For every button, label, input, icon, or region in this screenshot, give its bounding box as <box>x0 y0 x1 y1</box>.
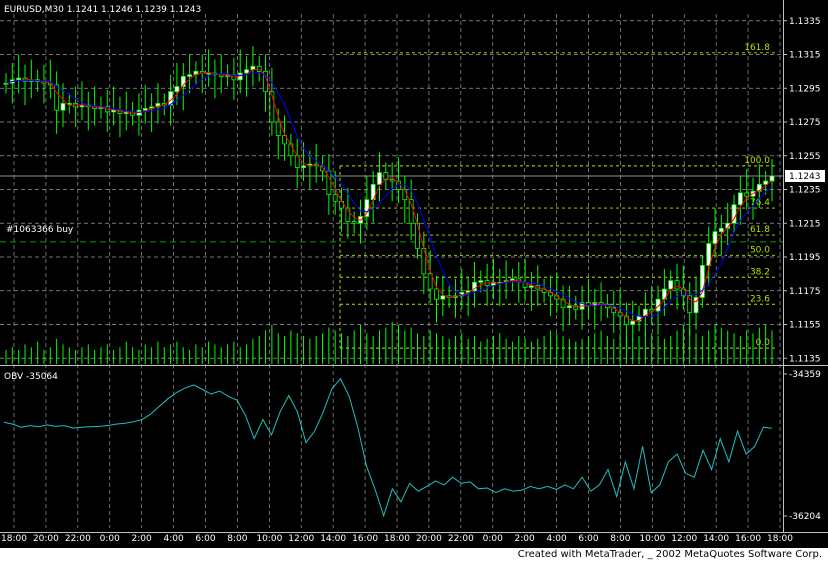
fib-level-label: 100.0 <box>744 156 770 166</box>
time-tick-label: 0:00 <box>100 534 120 544</box>
candle-body <box>339 200 344 209</box>
candle-body <box>478 280 484 283</box>
price-tick-label: 1.1335 <box>789 17 821 27</box>
candle-body <box>712 231 718 244</box>
fib-level-label: 38.2 <box>750 267 770 277</box>
candle-body <box>275 121 281 136</box>
candle-body <box>744 192 750 197</box>
price-tick-label: 1.1155 <box>789 321 821 331</box>
obv-label: OBV -35064 <box>4 372 58 382</box>
time-tick-label: 12:00 <box>671 534 697 544</box>
candle-body <box>668 280 674 290</box>
current-price-label: 1.1243 <box>789 172 821 182</box>
time-tick-label: 12:00 <box>288 534 314 544</box>
candle-body <box>440 295 446 300</box>
price-tick-label: 1.1135 <box>789 354 821 364</box>
time-tick-label: 6:00 <box>195 534 215 544</box>
price-tick-label: 1.1175 <box>789 287 821 297</box>
candle-body <box>630 320 636 325</box>
price-tick-label: 1.1195 <box>789 253 821 263</box>
candle-body <box>174 86 180 93</box>
metatrader-chart[interactable]: 161.8100.076.461.850.038.223.60.0 1.1335… <box>0 0 828 548</box>
time-tick-label: 4:00 <box>546 534 566 544</box>
candle-body <box>434 288 439 300</box>
time-tick-label: 10:00 <box>639 534 665 544</box>
candle-body <box>332 194 338 202</box>
fib-level-label: 0.0 <box>756 338 771 348</box>
candle-body <box>737 192 743 206</box>
price-tick-label: 1.1255 <box>789 152 821 162</box>
fib-level-label: 161.8 <box>744 43 770 53</box>
candle-body <box>142 108 148 111</box>
candle-body <box>415 222 420 249</box>
time-tick-label: 20:00 <box>416 534 442 544</box>
candle-body <box>16 77 22 81</box>
time-tick-label: 14:00 <box>320 534 346 544</box>
time-tick-label: 4:00 <box>163 534 183 544</box>
time-tick-label: 0:00 <box>483 534 503 544</box>
footer-credit: Created with MetaTrader, _ 2002 MetaQuot… <box>517 549 822 560</box>
time-tick-label: 2:00 <box>515 534 535 544</box>
time-tick-label: 16:00 <box>735 534 761 544</box>
time-tick-label: 22:00 <box>448 534 474 544</box>
time-tick-label: 14:00 <box>703 534 729 544</box>
price-tick-label: 1.1235 <box>789 186 821 196</box>
price-tick-label: 1.1295 <box>789 84 821 94</box>
order-label: #1063366 buy <box>6 225 74 235</box>
time-tick-label: 8:00 <box>610 534 630 544</box>
time-tick-label: 6:00 <box>578 534 598 544</box>
candle-body <box>427 273 433 290</box>
candle-body <box>769 175 775 182</box>
fib-level-label: 61.8 <box>750 225 770 235</box>
candle-body <box>54 84 60 111</box>
candle-body <box>567 305 572 309</box>
time-tick-label: 2:00 <box>132 534 152 544</box>
fib-level-label: 50.0 <box>750 245 770 255</box>
candle-body <box>351 221 357 224</box>
time-tick-label: 10:00 <box>256 534 282 544</box>
candle-body <box>389 178 395 182</box>
time-tick-label: 18:00 <box>1 534 27 544</box>
price-tick-label: 1.1215 <box>789 219 821 229</box>
obv-axis-max-label: -34359 <box>789 370 821 380</box>
fib-level-label: 23.6 <box>750 294 770 304</box>
time-tick-label: 16:00 <box>352 534 378 544</box>
price-tick-label: 1.1275 <box>789 118 821 128</box>
time-tick-label: 22:00 <box>65 534 91 544</box>
candle-body <box>674 280 680 290</box>
obv-axis-min-label: -36204 <box>789 512 821 522</box>
candle-body <box>244 69 249 74</box>
price-tick-label: 1.1315 <box>789 51 821 61</box>
time-tick-label: 18:00 <box>767 534 793 544</box>
candle-body <box>301 165 306 168</box>
candle-body <box>377 172 382 185</box>
time-tick-label: 20:00 <box>33 534 59 544</box>
time-tick-label: 18:00 <box>384 534 410 544</box>
time-tick-label: 8:00 <box>227 534 247 544</box>
chart-header: EURUSD,M30 1.1241 1.1246 1.1239 1.1243 <box>4 5 201 15</box>
candle-body <box>718 227 724 233</box>
candle-body <box>187 74 192 77</box>
candle-body <box>60 103 66 111</box>
